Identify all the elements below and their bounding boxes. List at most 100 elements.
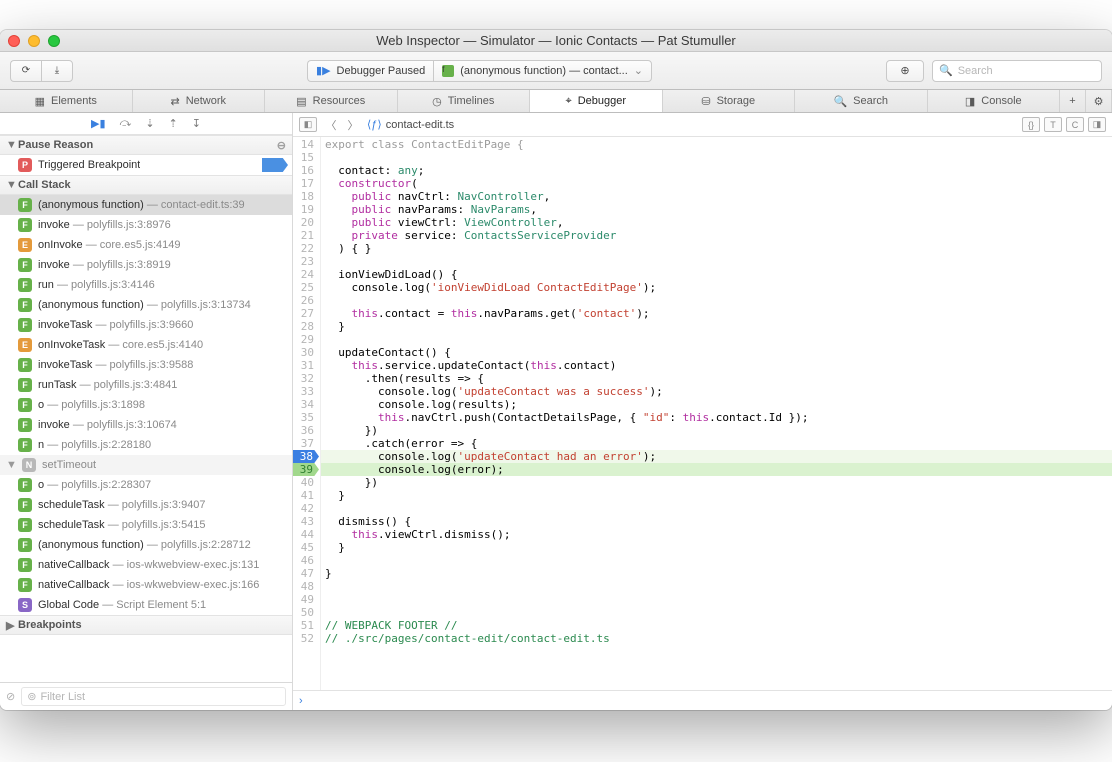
tab-resources[interactable]: ▤Resources — [265, 90, 398, 112]
tab-debugger[interactable]: ⌖Debugger — [530, 90, 663, 112]
line-number[interactable]: 42 — [293, 502, 320, 515]
code-editor[interactable]: 1415161718192021222324252627282930313233… — [293, 137, 1112, 690]
step-button[interactable]: ↧ — [192, 117, 201, 130]
line-number[interactable]: 47 — [293, 567, 320, 580]
call-stack-frame[interactable]: FrunTask — polyfills.js:3:4841 — [0, 375, 292, 395]
code-line[interactable]: .then(results => { — [321, 372, 1112, 385]
issues-icon[interactable]: ⊘ — [6, 690, 15, 703]
call-stack-frame[interactable]: EonInvokeTask — core.es5.js:4140 — [0, 335, 292, 355]
call-stack-frame[interactable]: FscheduleTask — polyfills.js:3:9407 — [0, 495, 292, 515]
line-number[interactable]: 27 — [293, 307, 320, 320]
tab-console[interactable]: ◨Console — [928, 90, 1061, 112]
code-line[interactable]: console.log('updateContact had an error'… — [321, 450, 1112, 463]
code-line[interactable]: this.viewCtrl.dismiss(); — [321, 528, 1112, 541]
call-stack-frame[interactable]: F(anonymous function) — polyfills.js:2:2… — [0, 535, 292, 555]
code-line[interactable] — [321, 333, 1112, 346]
pause-reason-row[interactable]: P Triggered Breakpoint — [0, 155, 292, 175]
line-number[interactable]: 28 — [293, 320, 320, 333]
code-line[interactable] — [321, 554, 1112, 567]
titlebar[interactable]: Web Inspector — Simulator — Ionic Contac… — [0, 30, 1112, 52]
line-number[interactable]: 18 — [293, 190, 320, 203]
code-line[interactable]: // ./src/pages/contact-edit/contact-edit… — [321, 632, 1112, 645]
current-frame-chip[interactable]: f (anonymous function) — contact... ⌄ — [433, 60, 652, 82]
breakpoints-header[interactable]: ▶ Breakpoints — [0, 615, 292, 635]
line-number[interactable]: 43 — [293, 515, 320, 528]
search-input[interactable]: 🔍 Search — [932, 60, 1102, 82]
reload-button[interactable]: ⟳ — [10, 60, 41, 82]
code-line[interactable]: } — [321, 541, 1112, 554]
code-line[interactable] — [321, 593, 1112, 606]
call-stack-frame[interactable]: Finvoke — polyfills.js:3:8976 — [0, 215, 292, 235]
code-line[interactable]: ionViewDidLoad() { — [321, 268, 1112, 281]
call-stack-frame[interactable]: Fo — polyfills.js:2:28307 — [0, 475, 292, 495]
line-number[interactable]: 20 — [293, 216, 320, 229]
call-stack-frame[interactable]: Fo — polyfills.js:3:1898 — [0, 395, 292, 415]
call-stack-frame[interactable]: FnativeCallback — ios-wkwebview-exec.js:… — [0, 575, 292, 595]
code-line[interactable]: console.log('updateContact was a success… — [321, 385, 1112, 398]
line-gutter[interactable]: 1415161718192021222324252627282930313233… — [293, 137, 321, 690]
code-line[interactable]: } — [321, 567, 1112, 580]
zoom-icon[interactable] — [48, 35, 60, 47]
code-line[interactable] — [321, 502, 1112, 515]
code-line[interactable]: this.navCtrl.push(ContactDetailsPage, { … — [321, 411, 1112, 424]
call-stack-frame[interactable]: FinvokeTask — polyfills.js:3:9588 — [0, 355, 292, 375]
call-stack-frame[interactable]: FscheduleTask — polyfills.js:3:5415 — [0, 515, 292, 535]
call-stack-frame[interactable]: FinvokeTask — polyfills.js:3:9660 — [0, 315, 292, 335]
pause-reason-header[interactable]: ▼ Pause Reason ⊖ — [0, 135, 292, 155]
tab-search[interactable]: 🔍Search — [795, 90, 928, 112]
close-icon[interactable] — [8, 35, 20, 47]
code-line[interactable]: public viewCtrl: ViewController, — [321, 216, 1112, 229]
code-line[interactable]: console.log('ionViewDidLoad ContactEditP… — [321, 281, 1112, 294]
filter-input[interactable]: ⊚ Filter List — [21, 687, 286, 706]
code-line[interactable]: } — [321, 489, 1112, 502]
call-stack-frame[interactable]: Finvoke — polyfills.js:3:10674 — [0, 415, 292, 435]
code-line[interactable] — [321, 580, 1112, 593]
code-line[interactable]: private service: ContactsServiceProvider — [321, 229, 1112, 242]
pause-reason-action-icon[interactable]: ⊖ — [277, 139, 286, 152]
line-number[interactable]: 41 — [293, 489, 320, 502]
call-stack-frame[interactable]: FnativeCallback — ios-wkwebview-exec.js:… — [0, 555, 292, 575]
code-line[interactable]: public navCtrl: NavController, — [321, 190, 1112, 203]
inspect-element-button[interactable]: ⊕ — [886, 60, 924, 82]
call-stack-frame[interactable]: F(anonymous function) — contact-edit.ts:… — [0, 195, 292, 215]
nav-back-button[interactable]: 〈 — [323, 117, 339, 133]
tab-timelines[interactable]: ◷Timelines — [398, 90, 531, 112]
line-number[interactable]: 15 — [293, 151, 320, 164]
line-number[interactable]: 16 — [293, 164, 320, 177]
line-number[interactable]: 30 — [293, 346, 320, 359]
code-line[interactable]: contact: any; — [321, 164, 1112, 177]
braces-icon[interactable]: {} — [1022, 117, 1040, 132]
call-stack-frame[interactable]: EonInvoke — core.es5.js:4149 — [0, 235, 292, 255]
code-line[interactable]: // WEBPACK FOOTER // — [321, 619, 1112, 632]
code-line[interactable]: ) { } — [321, 242, 1112, 255]
step-out-button[interactable]: ⇡ — [169, 117, 178, 130]
line-number[interactable]: 26 — [293, 294, 320, 307]
toggle-details-button[interactable]: ◨ — [1088, 117, 1106, 132]
call-stack-frame[interactable]: F(anonymous function) — polyfills.js:3:1… — [0, 295, 292, 315]
code-line[interactable]: }) — [321, 424, 1112, 437]
toggle-sidebar-button[interactable]: ◧ — [299, 117, 317, 132]
line-number[interactable]: 19 — [293, 203, 320, 216]
code-line[interactable]: console.log(error); — [321, 463, 1112, 476]
resume-button[interactable]: ▶▮ — [91, 117, 106, 130]
line-number[interactable]: 46 — [293, 554, 320, 567]
sidebar-scroll[interactable]: ▼ Pause Reason ⊖ P Triggered Breakpoint … — [0, 135, 292, 682]
line-number[interactable]: 38 — [293, 450, 320, 463]
call-stack-frame[interactable]: SGlobal Code — Script Element 5:1 — [0, 595, 292, 615]
file-breadcrumb[interactable]: ⟨ƒ⟩ contact-edit.ts — [367, 118, 454, 131]
tab-elements[interactable]: ▦Elements — [0, 90, 133, 112]
type-icon[interactable]: T — [1044, 117, 1062, 132]
line-number[interactable]: 17 — [293, 177, 320, 190]
line-number[interactable]: 49 — [293, 593, 320, 606]
line-number[interactable]: 33 — [293, 385, 320, 398]
code-line[interactable] — [321, 151, 1112, 164]
step-in-button[interactable]: ⇣ — [145, 117, 154, 130]
line-number[interactable]: 45 — [293, 541, 320, 554]
line-number[interactable]: 14 — [293, 138, 320, 151]
code-line[interactable]: console.log(results); — [321, 398, 1112, 411]
line-number[interactable]: 24 — [293, 268, 320, 281]
code-line[interactable]: this.service.updateContact(this.contact) — [321, 359, 1112, 372]
code-line[interactable]: }) — [321, 476, 1112, 489]
step-over-button[interactable]: ⤼ — [120, 117, 132, 130]
line-number[interactable]: 32 — [293, 372, 320, 385]
